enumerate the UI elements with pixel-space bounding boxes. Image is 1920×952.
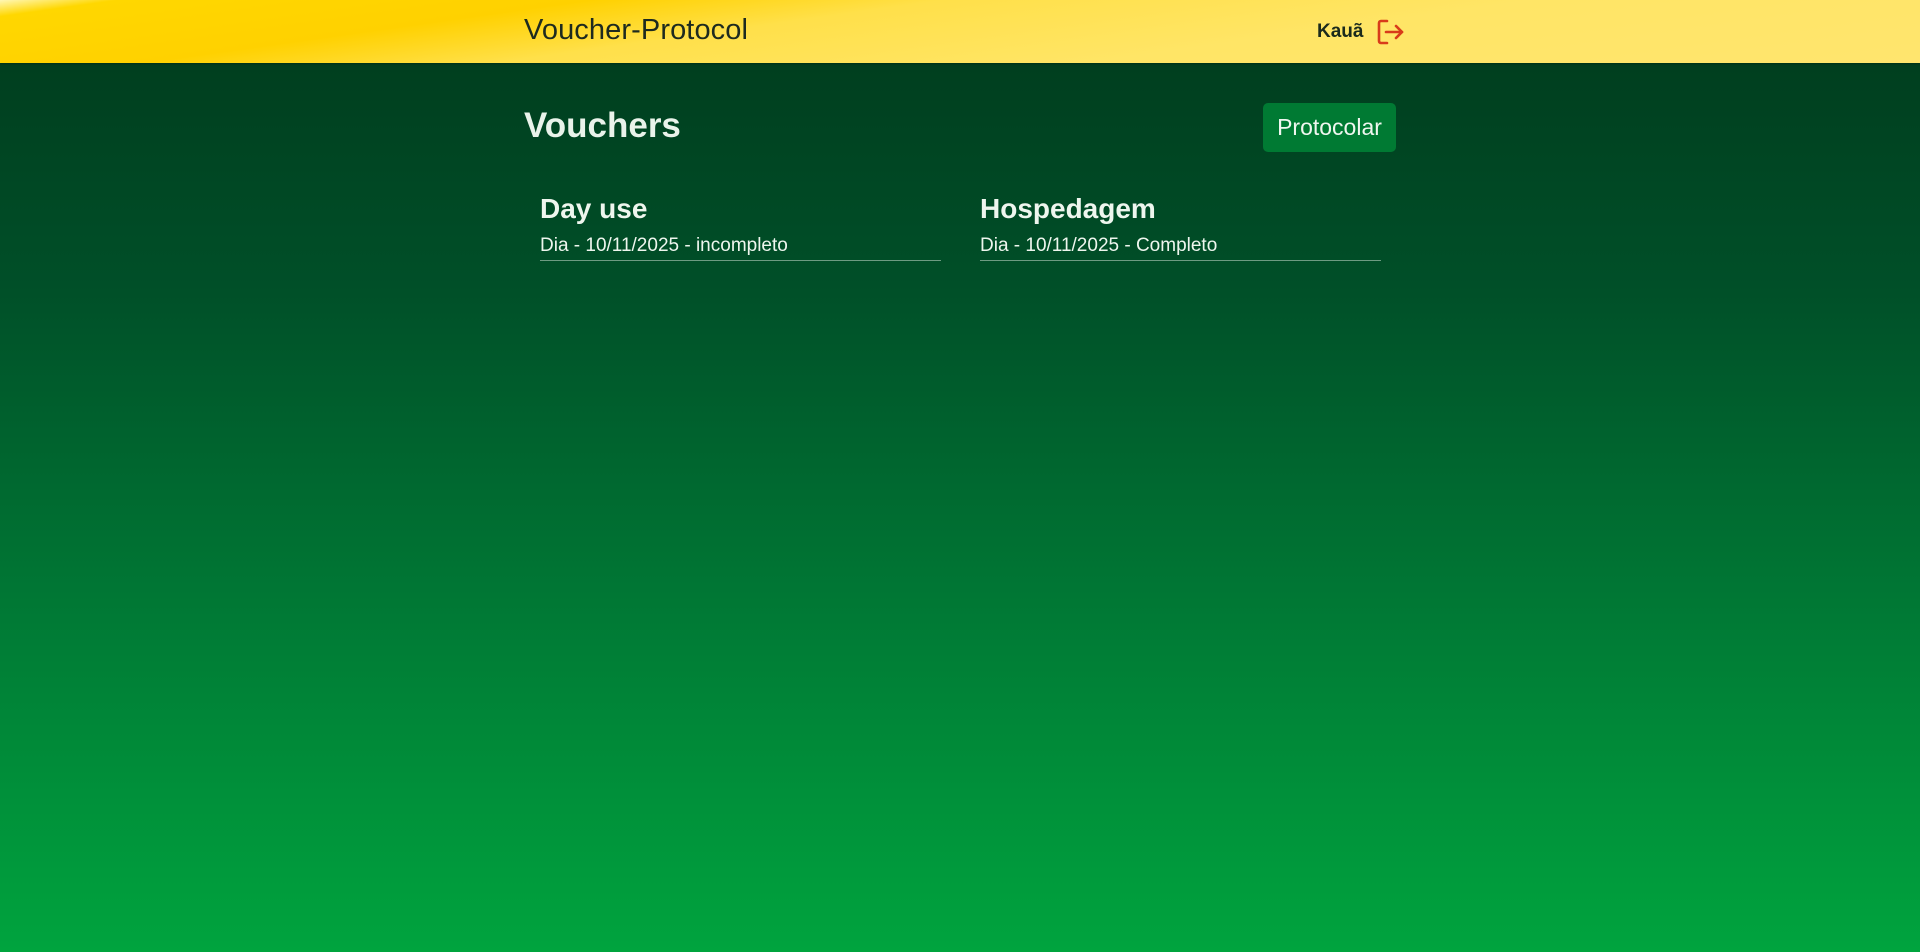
voucher-entry[interactable]: Dia - 10/11/2025 - Completo [980,234,1381,261]
logout-icon[interactable] [1375,17,1405,47]
voucher-card-title: Day use [540,193,648,224]
top-navbar: Voucher-Protocol Kauã [0,0,1920,63]
voucher-card-hospedagem: Hospedagem Dia - 10/11/2025 - Completo [980,190,1381,261]
page-title: Vouchers [524,106,681,145]
app-brand[interactable]: Voucher-Protocol [524,14,748,47]
user-name: Kauã [1317,21,1364,42]
user-area: Kauã [1317,15,1405,49]
voucher-card-day-use: Day use Dia - 10/11/2025 - incompleto [540,190,941,261]
protocolar-button[interactable]: Protocolar [1263,103,1396,152]
voucher-entry[interactable]: Dia - 10/11/2025 - incompleto [540,234,941,261]
voucher-card-title: Hospedagem [980,193,1156,224]
